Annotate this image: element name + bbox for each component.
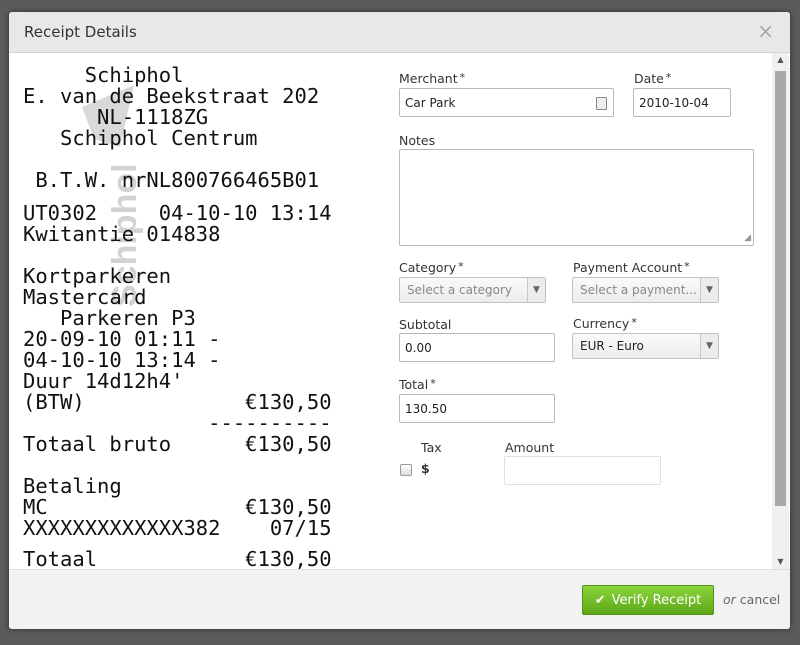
chevron-down-icon[interactable]: ▼ [700, 278, 718, 302]
currency-label: Currency * [573, 316, 637, 331]
close-icon[interactable]: × [757, 19, 774, 43]
scrollbar-thumb[interactable] [775, 71, 786, 506]
category-label: Category * [399, 260, 464, 275]
receipt-line: Kwitantie 014838 [23, 222, 221, 246]
receipt-line: Kortparkeren [23, 264, 172, 288]
scroll-down-icon[interactable]: ▼ [772, 555, 789, 569]
tax-symbol: $ [421, 461, 430, 476]
receipt-line: 20-09-10 01:11 - [23, 327, 221, 351]
currency-select[interactable]: EUR - Euro ▼ [572, 333, 719, 359]
modal-footer: ✔ Verify Receipt or cancel [9, 569, 790, 629]
modal-body: Schiphol Schiphol E. van de Beekstraat 20… [9, 53, 790, 569]
subtotal-input[interactable]: 0.00 [399, 333, 555, 362]
merchant-value: Car Park [405, 96, 456, 110]
receipt-line: Mastercard [23, 285, 147, 309]
subtotal-label: Subtotal [399, 317, 452, 332]
notes-label: Notes [399, 133, 436, 148]
or-text: or [723, 592, 736, 607]
receipt-line: Schiphol [23, 65, 184, 87]
chevron-down-icon[interactable]: ▼ [700, 334, 718, 358]
receipt-line: UT0302 04-10-10 13:14 [23, 201, 332, 225]
notes-textarea[interactable]: ◢ [399, 149, 754, 246]
verify-receipt-button[interactable]: ✔ Verify Receipt [582, 585, 714, 615]
total-label: Total * [399, 377, 436, 392]
checkmark-icon: ✔ [594, 592, 606, 608]
resize-handle-icon[interactable]: ◢ [744, 234, 751, 243]
receipt-line: Duur 14d12h4' [23, 369, 184, 393]
receipt-line: MC €130,50 [23, 495, 332, 519]
receipt-line: ---------- [23, 411, 332, 435]
receipt-line: Totaal €130,50 [23, 547, 332, 570]
receipt-line: E. van de Beekstraat 202 [23, 84, 320, 108]
receipt-line: Schiphol Centrum [23, 126, 258, 150]
payment-account-select[interactable]: Select a payment... ▼ [572, 277, 719, 303]
modal-title: Receipt Details [24, 23, 137, 41]
cancel-link[interactable]: cancel [740, 592, 781, 607]
payment-account-placeholder: Select a payment... [580, 283, 697, 297]
receipt-line: Totaal bruto €130,50 [23, 432, 332, 456]
receipt-line: XXXXXXXXXXXXX382 07/15 [23, 516, 332, 540]
merchant-input[interactable]: Car Park [399, 88, 614, 117]
receipt-line: 04-10-10 13:14 - [23, 348, 221, 372]
receipt-line: (BTW) €130,50 [23, 390, 332, 414]
receipt-image: Schiphol Schiphol E. van de Beekstraat 20… [17, 65, 399, 569]
contact-card-icon[interactable] [596, 97, 607, 110]
date-input[interactable]: 2010-10-04 [633, 88, 731, 117]
amount-input[interactable] [504, 456, 661, 485]
modal-header: Receipt Details × [9, 12, 790, 53]
receipt-line: Betaling [23, 474, 122, 498]
receipt-details-modal: Receipt Details × Schiphol Schiphol E. va… [9, 12, 790, 629]
date-label: Date * [634, 71, 672, 86]
receipt-line: NL-1118ZG [23, 105, 209, 129]
amount-label: Amount [505, 440, 555, 455]
payment-account-label: Payment Account * [573, 260, 690, 275]
category-select[interactable]: Select a category ▼ [399, 277, 546, 303]
receipt-form: Merchant * Car Park Date * 2010-10-04 Note… [399, 53, 769, 569]
receipt-line: B.T.W. nrNL800766465B01 [23, 168, 320, 192]
form-scrollbar[interactable]: ▲ ▼ [772, 53, 789, 569]
currency-value: EUR - Euro [580, 339, 644, 353]
tax-label: Tax [421, 440, 442, 455]
verify-receipt-label: Verify Receipt [611, 592, 702, 608]
receipt-line: Parkeren P3 [23, 306, 196, 330]
or-cancel: or cancel [723, 592, 780, 607]
chevron-down-icon[interactable]: ▼ [527, 278, 545, 302]
merchant-label: Merchant * [399, 71, 466, 86]
total-input[interactable]: 130.50 [399, 394, 555, 423]
scroll-up-icon[interactable]: ▲ [772, 53, 789, 67]
category-placeholder: Select a category [407, 283, 513, 297]
tax-checkbox[interactable] [400, 464, 412, 476]
